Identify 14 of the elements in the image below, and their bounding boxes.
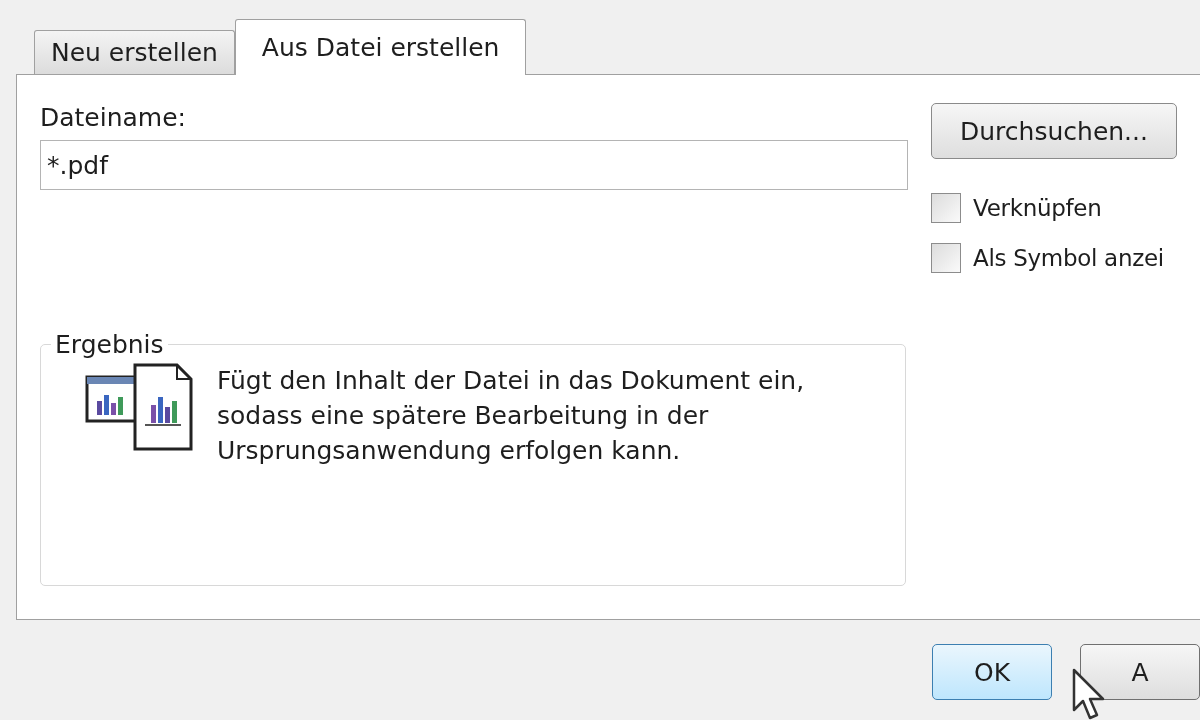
checkbox[interactable] — [931, 243, 961, 273]
checkbox-label: Als Symbol anzei — [973, 245, 1164, 271]
group-title: Ergebnis — [54, 330, 165, 359]
ok-button[interactable]: OK — [932, 644, 1052, 700]
dialog-button[interactable]: A — [1080, 644, 1200, 700]
file-name-field[interactable]: *.pdf — [40, 140, 908, 190]
checkbox-label: Verknüpfen — [973, 195, 1102, 221]
tab[interactable]: Neu erstellen — [34, 30, 235, 74]
checkbox[interactable] — [931, 193, 961, 223]
document-chart-icon — [85, 363, 195, 451]
result-description: Fügt den Inhalt der Datei in das Dokument ein, sodass eine spätere Bearbeitung in der Ursprungsanwendung erfolgen kann. — [217, 365, 806, 467]
browse-button[interactable]: Durchsuchen... — [931, 103, 1177, 159]
tab[interactable]: Aus Datei erstellen — [234, 19, 527, 75]
field-label: Dateiname: — [40, 103, 188, 132]
